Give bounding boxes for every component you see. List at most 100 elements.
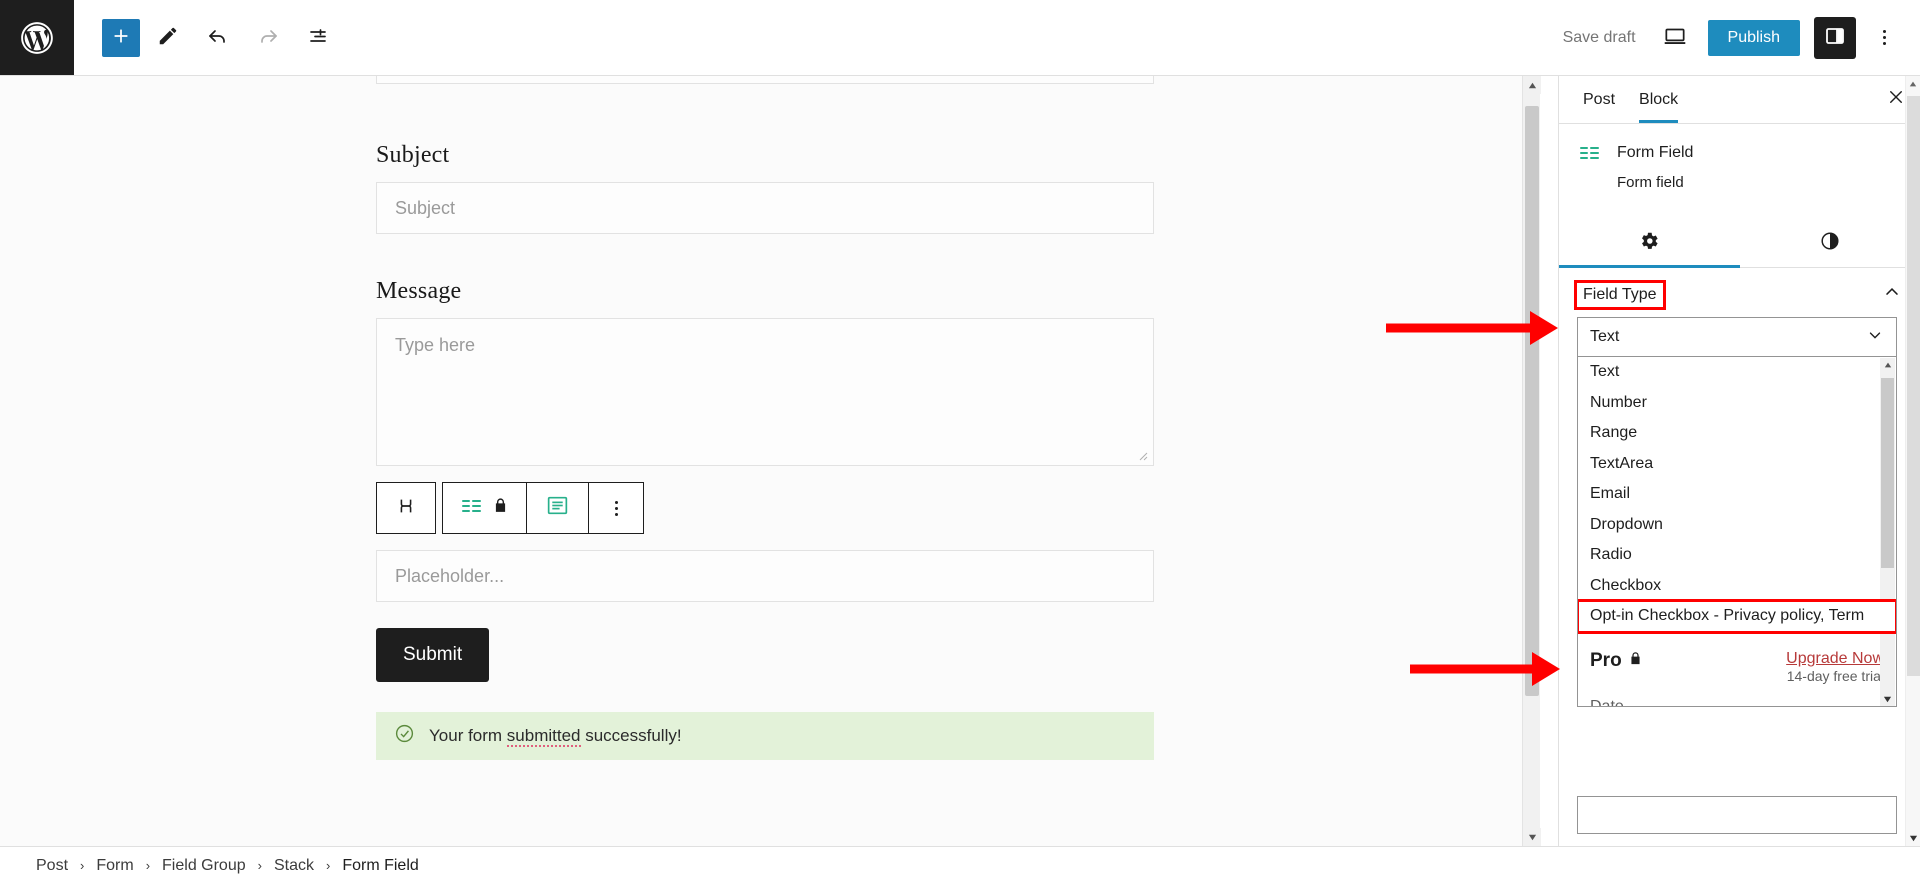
form-field-icon [1577, 140, 1603, 166]
form-success-message: Your form submitted successfully! [376, 712, 1154, 760]
field-type-select[interactable]: Text [1577, 317, 1897, 357]
option-textarea[interactable]: TextArea [1578, 449, 1896, 480]
select-parent-block-button[interactable] [443, 482, 527, 534]
success-message-text: Your form submitted successfully! [429, 726, 682, 747]
add-block-button[interactable] [102, 18, 140, 57]
block-type-button[interactable] [527, 482, 589, 534]
selected-field-input[interactable]: Placeholder... [376, 550, 1154, 602]
option-number[interactable]: Number [1578, 388, 1896, 419]
list-view-icon [306, 24, 330, 51]
editor-header: Save draft Publish [0, 0, 1920, 76]
options-scroll-down-button[interactable] [1880, 692, 1895, 706]
breadcrumb-item-post[interactable]: Post [28, 853, 76, 879]
breadcrumb-separator: › [80, 858, 85, 873]
wordpress-block-editor: Save draft Publish Subject Subject Messa… [0, 0, 1920, 884]
save-draft-button[interactable]: Save draft [1549, 21, 1650, 55]
close-icon [1887, 88, 1905, 111]
selected-block-card: Form Field Form field [1559, 124, 1920, 195]
undo-arrow-icon [206, 24, 230, 51]
success-text-prefix: Your form [429, 726, 507, 745]
chevron-down-icon [1866, 326, 1884, 349]
settings-sidebar-toggle-button[interactable] [1814, 16, 1856, 59]
selected-field-placeholder: Placeholder... [395, 565, 505, 586]
tab-block[interactable]: Block [1627, 77, 1690, 123]
form-field-message: Message Type here [376, 278, 1154, 466]
sidebar-scroll-thumb[interactable] [1907, 96, 1920, 676]
sidebar-icon-tab-bar [1559, 219, 1920, 268]
canvas-scrollbar[interactable] [1522, 76, 1541, 846]
breadcrumb: Post › Form › Field Group › Stack › Form… [0, 846, 1920, 884]
breadcrumb-item-form[interactable]: Form [88, 853, 141, 879]
styles-tab[interactable] [1740, 219, 1920, 267]
vertical-dots-icon [614, 500, 618, 516]
option-text[interactable]: Text [1578, 357, 1896, 388]
message-textarea-placeholder: Type here [395, 335, 476, 355]
breadcrumb-separator: › [145, 858, 151, 873]
free-trial-label: 14-day free trial [1786, 667, 1884, 684]
pencil-icon [157, 25, 179, 50]
option-opt-in-checkbox[interactable]: Opt-in Checkbox - Privacy policy, Term [1578, 599, 1896, 634]
sidebar-scrollbar[interactable] [1905, 76, 1920, 846]
header-left-toolbar [74, 16, 340, 60]
success-text-suffix: successfully! [580, 726, 682, 745]
options-scroll-up-button[interactable] [1880, 358, 1895, 372]
contrast-icon [1819, 230, 1841, 257]
selected-block-description: Form field [1617, 174, 1684, 191]
sidebar-scroll-up-button[interactable] [1906, 76, 1920, 91]
more-options-button[interactable] [1864, 17, 1904, 59]
form-field-subject: Subject Subject [376, 142, 1154, 234]
options-list-scrollbar[interactable] [1880, 358, 1895, 706]
lock-icon [492, 497, 509, 519]
options-scroll-thumb[interactable] [1881, 378, 1894, 568]
breadcrumb-item-field-group[interactable]: Field Group [154, 853, 254, 879]
tab-post[interactable]: Post [1571, 77, 1627, 122]
editor-canvas: Subject Subject Message Type here Placeh… [0, 76, 1540, 846]
post-content: Subject Subject Message Type here Placeh… [0, 76, 1540, 846]
canvas-scroll-down-button[interactable] [1523, 828, 1541, 846]
edit-tool-button[interactable] [146, 16, 190, 60]
option-checkbox[interactable]: Checkbox [1578, 571, 1896, 602]
pro-upgrade-group: Upgrade Now 14-day free trial [1786, 650, 1884, 686]
form-field-icon [460, 494, 484, 523]
field-type-selected-value: Text [1590, 328, 1620, 345]
breadcrumb-item-form-field[interactable]: Form Field [334, 853, 426, 879]
chevron-up-icon[interactable] [1882, 282, 1902, 307]
breadcrumb-item-stack[interactable]: Stack [266, 853, 322, 879]
check-circle-icon [394, 723, 415, 749]
success-text-misspelled: submitted [506, 726, 581, 747]
laptop-icon [1662, 23, 1688, 52]
canvas-scroll-up-button[interactable] [1523, 76, 1541, 94]
selected-block-header: Form Field [1559, 140, 1920, 166]
field-type-panel-header[interactable]: Field Type [1559, 268, 1920, 317]
option-radio[interactable]: Radio [1578, 540, 1896, 571]
option-email[interactable]: Email [1578, 479, 1896, 510]
lock-icon [1628, 651, 1643, 671]
wordpress-logo-button[interactable] [0, 0, 74, 75]
canvas-scroll-thumb[interactable] [1525, 106, 1539, 696]
subject-input[interactable]: Subject [376, 182, 1154, 234]
field-type-select-wrapper: Text Text Number Range TextArea Email Dr… [1559, 317, 1920, 707]
selected-block-title: Form Field [1617, 144, 1694, 161]
message-textarea[interactable]: Type here [376, 318, 1154, 466]
field-type-footer-box[interactable] [1577, 796, 1897, 834]
resize-grip-icon[interactable] [1136, 449, 1148, 461]
redo-button[interactable] [246, 16, 290, 60]
option-dropdown[interactable]: Dropdown [1578, 510, 1896, 541]
document-overview-button[interactable] [296, 16, 340, 60]
field-label-message: Message [376, 278, 462, 304]
preview-button[interactable] [1654, 17, 1696, 59]
settings-tab[interactable] [1559, 219, 1740, 268]
publish-button[interactable]: Publish [1707, 19, 1800, 56]
sidebar-tab-bar: Post Block [1559, 76, 1920, 124]
option-range[interactable]: Range [1578, 418, 1896, 449]
submit-button[interactable]: Submit [376, 628, 490, 682]
sidebar-scroll-down-button[interactable] [1906, 831, 1920, 846]
upgrade-now-link[interactable]: Upgrade Now [1786, 650, 1884, 668]
block-more-options-button[interactable] [589, 482, 643, 534]
plus-icon [110, 25, 132, 50]
drag-handle-icon [395, 495, 417, 522]
drag-handle-button[interactable] [376, 482, 436, 534]
option-date[interactable]: Date [1578, 692, 1896, 706]
field-type-options-list[interactable]: Text Number Range TextArea Email Dropdow… [1577, 357, 1897, 707]
undo-button[interactable] [196, 16, 240, 60]
